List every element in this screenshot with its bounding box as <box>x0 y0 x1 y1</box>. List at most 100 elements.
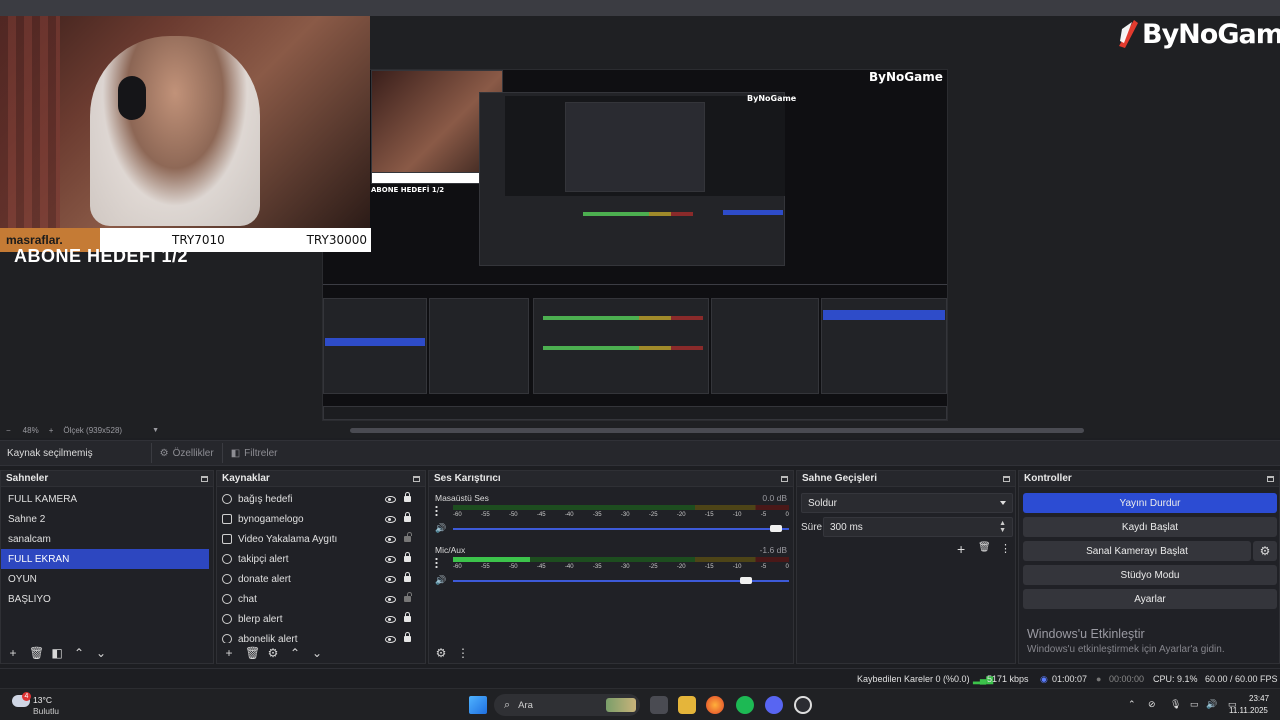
source-item[interactable]: takipçi alert <box>217 549 425 569</box>
unlock-icon[interactable] <box>404 532 412 542</box>
visibility-eye-icon[interactable] <box>385 495 396 503</box>
visibility-eye-icon[interactable] <box>385 635 396 643</box>
properties-button[interactable]: ⚙ Özellikler <box>150 443 222 463</box>
remove-transition-icon[interactable]: 🗑 <box>978 542 991 553</box>
firefox-icon[interactable] <box>706 696 724 714</box>
transition-menu-icon[interactable]: ⋮ <box>1000 542 1011 555</box>
lock-icon[interactable] <box>404 552 411 562</box>
undock-icon[interactable] <box>201 475 208 482</box>
scene-item[interactable]: BAŞLIYO <box>1 589 213 609</box>
unlock-icon[interactable] <box>404 592 412 602</box>
fader-knob[interactable] <box>770 525 783 532</box>
preview-area[interactable]: ABONE HEDEFİ 1/2 ByNoGame ByNoGame masra… <box>0 16 1280 422</box>
scene-item[interactable]: FULL KAMERA <box>1 489 213 509</box>
speaker-icon[interactable]: 🔊 <box>435 575 446 586</box>
image-source-icon <box>222 514 232 524</box>
source-item[interactable]: bağış hedefi <box>217 489 425 509</box>
horizontal-scrollbar[interactable] <box>350 428 1084 433</box>
duration-input[interactable]: 300 ms ▲ ▼ <box>823 517 1013 537</box>
nested-inner-stream-btn <box>723 210 783 215</box>
obs-icon[interactable] <box>794 696 812 714</box>
settings-button[interactable]: Ayarlar <box>1023 589 1277 609</box>
scene-item[interactable]: Sahne 2 <box>1 509 213 529</box>
zoom-in-button[interactable]: + <box>49 426 54 435</box>
source-item[interactable]: blerp alert <box>217 609 425 629</box>
source-item[interactable]: bynogamelogo <box>217 509 425 529</box>
lock-icon[interactable] <box>404 512 411 522</box>
scale-dropdown-icon[interactable]: ▼ <box>152 427 159 434</box>
taskbar-search[interactable]: ⌕ Ara <box>494 694 640 716</box>
microphone-icon[interactable]: 🎙 <box>1170 699 1181 710</box>
visibility-eye-icon[interactable] <box>385 615 396 623</box>
display-icon[interactable]: ▭ <box>1190 699 1199 710</box>
undock-icon[interactable] <box>781 475 788 482</box>
meter-tick-label: -20 <box>676 512 686 518</box>
start-recording-button[interactable]: Kaydı Başlat <box>1023 517 1277 537</box>
add-scene-button[interactable]: + <box>7 647 19 659</box>
meter-tick-label: -10 <box>732 512 742 518</box>
visibility-eye-icon[interactable] <box>385 535 396 543</box>
move-up-icon[interactable]: ⌃ <box>289 647 301 659</box>
scene-item-selected[interactable]: FULL EKRAN <box>1 549 209 569</box>
scene-item[interactable]: sanalcam <box>1 529 213 549</box>
visibility-eye-icon[interactable] <box>385 575 396 583</box>
scenes-dock: Sahneler FULL KAMERA Sahne 2 sanalcam FU… <box>0 470 214 664</box>
start-menu-icon[interactable] <box>469 696 487 714</box>
remove-scene-icon[interactable]: 🗑 <box>29 647 44 659</box>
scene-filters-icon[interactable]: ◧ <box>51 647 63 659</box>
zoom-out-button[interactable]: − <box>6 426 11 435</box>
clock-time[interactable]: 23:47 <box>1249 694 1269 703</box>
lock-icon[interactable] <box>404 492 411 502</box>
volume-meter <box>453 557 789 562</box>
speaker-icon[interactable]: 🔊 <box>435 523 446 534</box>
undock-icon[interactable] <box>1267 475 1274 482</box>
channel-menu-icon[interactable] <box>435 557 438 568</box>
source-item[interactable]: chat <box>217 589 425 609</box>
add-source-button[interactable]: + <box>223 647 235 659</box>
tray-chevron-icon[interactable]: ⌃ <box>1128 699 1136 710</box>
sources-title: Kaynaklar <box>222 473 270 484</box>
spotify-icon[interactable] <box>736 696 754 714</box>
network-off-icon[interactable]: ⊘ <box>1148 699 1156 710</box>
stop-stream-button[interactable]: Yayını Durdur <box>1023 493 1277 513</box>
task-view-icon[interactable] <box>650 696 668 714</box>
advanced-audio-icon[interactable]: ⚙ <box>435 647 447 659</box>
add-transition-button[interactable]: + <box>957 541 965 557</box>
undock-icon[interactable] <box>1003 475 1010 482</box>
studio-mode-button[interactable]: Stüdyo Modu <box>1023 565 1277 585</box>
move-down-icon[interactable]: ⌄ <box>95 647 107 659</box>
start-virtual-camera-button[interactable]: Sanal Kamerayı Başlat <box>1023 541 1251 561</box>
spinner-arrows-icon[interactable]: ▲ ▼ <box>999 520 1006 534</box>
filters-button[interactable]: ◧ Filtreler <box>221 443 286 463</box>
search-placeholder: Ara <box>518 699 533 711</box>
visibility-eye-icon[interactable] <box>385 515 396 523</box>
weather-temp: 13°C <box>33 695 52 705</box>
virtual-camera-settings-icon[interactable]: ⚙ <box>1253 541 1277 561</box>
discord-icon[interactable] <box>765 696 783 714</box>
fader-knob[interactable] <box>740 577 753 584</box>
volume-fader[interactable] <box>453 525 789 532</box>
lock-icon[interactable] <box>404 612 411 622</box>
scale-select[interactable]: Ölçek (939x528) <box>63 426 122 435</box>
source-item[interactable]: donate alert <box>217 569 425 589</box>
move-down-icon[interactable]: ⌄ <box>311 647 323 659</box>
transition-select[interactable]: Soldur <box>801 493 1013 513</box>
remove-source-icon[interactable]: 🗑 <box>245 647 260 659</box>
scene-item[interactable]: OYUN <box>1 569 213 589</box>
file-explorer-icon[interactable] <box>678 696 696 714</box>
source-properties-icon[interactable]: ⚙ <box>267 647 279 659</box>
clock-date[interactable]: 11.11.2025 <box>1229 706 1268 715</box>
lock-icon[interactable] <box>404 632 411 642</box>
lock-icon[interactable] <box>404 572 411 582</box>
volume-fader[interactable] <box>453 577 789 584</box>
move-up-icon[interactable]: ⌃ <box>73 647 85 659</box>
meter-tick-label: -5 <box>760 564 767 570</box>
visibility-eye-icon[interactable] <box>385 595 396 603</box>
streamer <box>90 36 260 226</box>
channel-menu-icon[interactable] <box>435 505 438 516</box>
volume-icon[interactable]: 🔊 <box>1206 699 1217 710</box>
source-item[interactable]: Video Yakalama Aygıtı <box>217 529 425 549</box>
mixer-menu-icon[interactable]: ⋮ <box>457 647 469 659</box>
undock-icon[interactable] <box>413 475 420 482</box>
visibility-eye-icon[interactable] <box>385 555 396 563</box>
